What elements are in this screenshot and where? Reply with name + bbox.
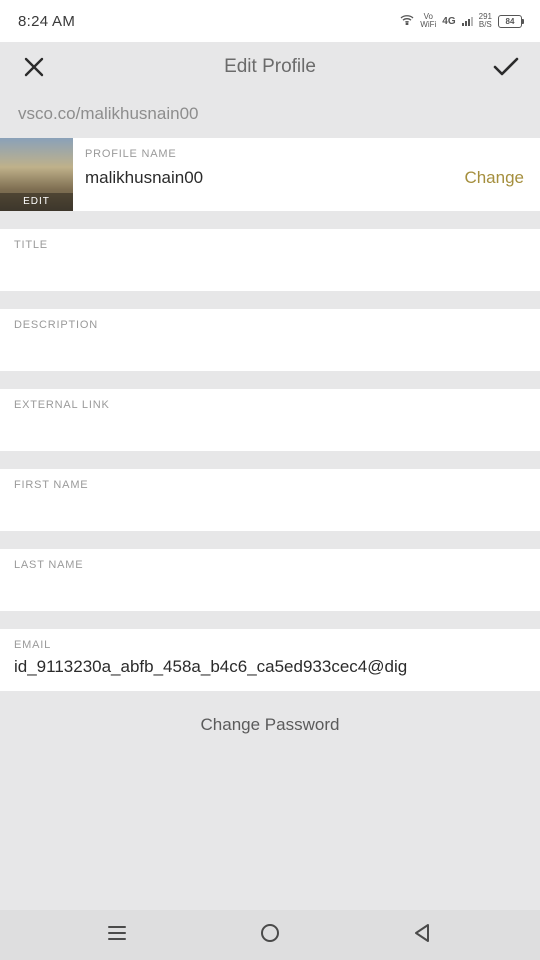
email-label: EMAIL <box>14 639 526 651</box>
avatar[interactable]: EDIT <box>0 138 73 211</box>
recent-apps-button[interactable] <box>106 922 128 949</box>
title-field[interactable]: TITLE <box>0 229 540 291</box>
signal-icon <box>462 16 473 26</box>
profile-name-area: PROFILE NAME malikhusnain00 Change <box>73 138 540 211</box>
external-link-label: EXTERNAL LINK <box>14 399 526 411</box>
change-name-button[interactable]: Change <box>464 168 528 188</box>
wifi-icon <box>400 14 414 28</box>
confirm-button[interactable] <box>490 51 522 83</box>
status-time: 8:24 AM <box>18 13 75 30</box>
profile-name-label: PROFILE NAME <box>85 148 528 160</box>
edit-avatar-label: EDIT <box>0 193 73 211</box>
description-label: DESCRIPTION <box>14 319 526 331</box>
status-right: VoWiFi 4G 291B/S 84 <box>400 13 522 29</box>
profile-url: vsco.co/malikhusnain00 <box>0 92 540 138</box>
first-name-label: FIRST NAME <box>14 479 526 491</box>
external-link-field[interactable]: EXTERNAL LINK <box>0 389 540 451</box>
close-button[interactable] <box>18 51 50 83</box>
profile-name-value: malikhusnain00 <box>85 168 203 188</box>
description-field[interactable]: DESCRIPTION <box>0 309 540 371</box>
battery-icon: 84 <box>498 15 522 28</box>
profile-card: EDIT PROFILE NAME malikhusnain00 Change <box>0 138 540 211</box>
net-speed: 291B/S <box>479 13 492 29</box>
page-title: Edit Profile <box>50 56 490 78</box>
title-label: TITLE <box>14 239 526 251</box>
last-name-label: LAST NAME <box>14 559 526 571</box>
system-navbar <box>0 910 540 960</box>
status-bar: 8:24 AM VoWiFi 4G 291B/S 84 <box>0 0 540 42</box>
email-value: id_9113230a_abfb_458a_b4c6_ca5ed933cec4@… <box>14 657 526 677</box>
network-4g: 4G <box>442 16 455 27</box>
first-name-field[interactable]: FIRST NAME <box>0 469 540 531</box>
vowifi-indicator: VoWiFi <box>420 13 436 29</box>
change-password-button[interactable]: Change Password <box>0 691 540 759</box>
last-name-field[interactable]: LAST NAME <box>0 549 540 611</box>
email-field[interactable]: EMAIL id_9113230a_abfb_458a_b4c6_ca5ed93… <box>0 629 540 691</box>
header-bar: Edit Profile <box>0 42 540 92</box>
app-content: Edit Profile vsco.co/malikhusnain00 EDIT… <box>0 42 540 910</box>
home-button[interactable] <box>259 922 281 949</box>
back-button[interactable] <box>412 922 434 949</box>
